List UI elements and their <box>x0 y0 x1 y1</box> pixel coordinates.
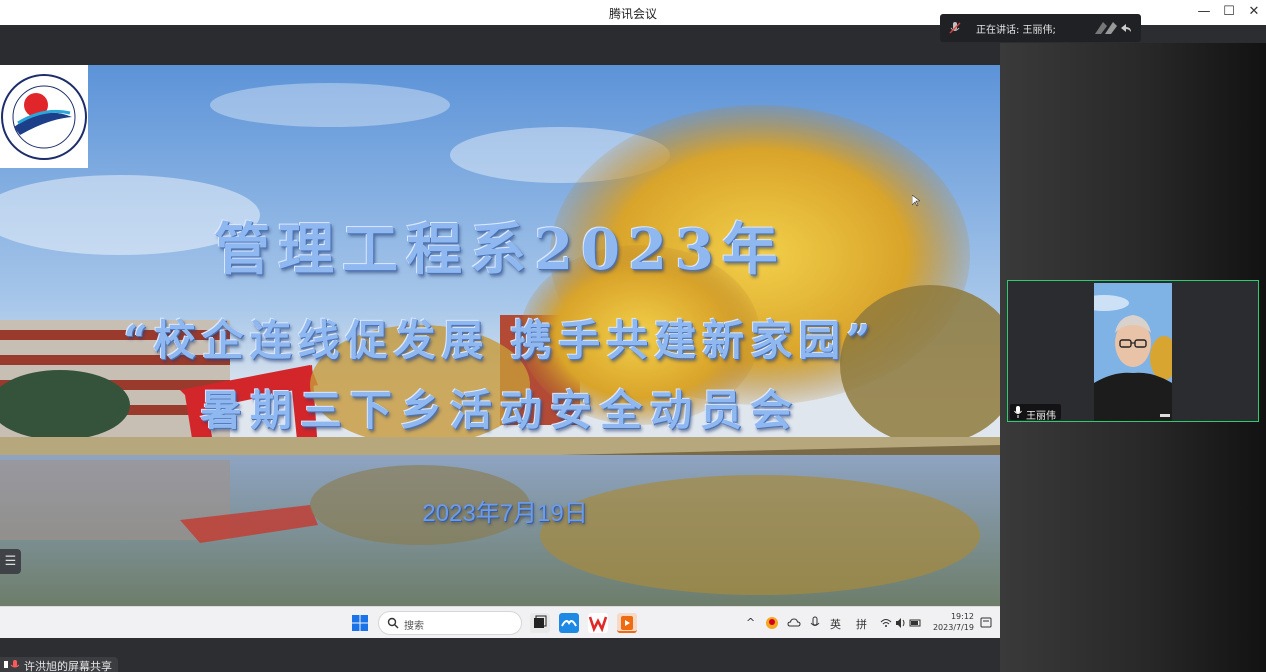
list-toggle-button[interactable]: ☰ <box>0 549 21 574</box>
maximize-button[interactable]: ☐ <box>1218 3 1240 21</box>
school-logo <box>0 65 88 168</box>
clock-date: 2023/7/19 <box>932 623 974 632</box>
search-icon <box>387 617 399 629</box>
active-speaker-bar: 正在讲话: 王丽伟; <box>940 14 1141 42</box>
windows-taskbar: 搜索 ^ 英 拼 19:12 2023/7/19 <box>0 606 1000 638</box>
raise-hand-icon[interactable] <box>1091 20 1133 36</box>
stage-top-strip <box>0 25 1000 65</box>
microphone-icon[interactable] <box>810 616 820 630</box>
taskbar-search-box[interactable]: 搜索 <box>378 611 522 635</box>
screen-share-icon <box>4 660 20 668</box>
presentation-slide: 管理工程系2023年 “校企连线促发展 携手共建新家园” 暑期三下乡活动安全动员… <box>0 65 1000 606</box>
cloud-icon[interactable] <box>787 616 801 630</box>
task-view-icon[interactable] <box>530 613 550 633</box>
slide-title-line2: “校企连线促发展 携手共建新家园” <box>123 316 877 365</box>
windows-start-icon[interactable] <box>352 615 368 631</box>
close-button[interactable]: ✕ <box>1243 3 1265 21</box>
taskbar-clock[interactable]: 19:12 2023/7/19 <box>932 611 974 633</box>
network-volume-battery-icons[interactable] <box>880 616 922 630</box>
ime-language[interactable]: 英 <box>830 616 841 632</box>
minimize-button[interactable]: — <box>1193 3 1215 21</box>
notification-icon[interactable] <box>980 616 992 629</box>
search-placeholder: 搜索 <box>404 621 424 632</box>
participant-name: 王丽伟 <box>1026 411 1056 422</box>
participant-video-feed <box>1094 283 1172 421</box>
wps-icon[interactable] <box>588 613 608 633</box>
clock-time: 19:12 <box>950 612 974 621</box>
participant-video-tile[interactable]: 王丽伟 <box>1007 280 1259 422</box>
screen-share-status: 许洪旭的屏幕共享 <box>0 657 118 672</box>
slide-date: 2023年7月19日 <box>422 500 588 527</box>
presentation-app-icon[interactable] <box>617 613 637 633</box>
mic-icon <box>1014 406 1022 418</box>
active-speaker-label: 正在讲话: 王丽伟; <box>976 25 1056 36</box>
meeting-app-icon[interactable] <box>559 613 579 633</box>
mouse-cursor-icon <box>912 195 920 207</box>
screen-share-label: 许洪旭的屏幕共享 <box>24 660 112 672</box>
slide-title-line3: 暑期三下乡活动安全动员会 <box>199 386 800 435</box>
ime-mode[interactable]: 拼 <box>856 616 867 632</box>
participant-name-tag: 王丽伟 <box>1010 404 1061 422</box>
tray-chevron-icon[interactable]: ^ <box>746 616 755 629</box>
qq-icon[interactable] <box>765 616 779 630</box>
slide-title-line1: 管理工程系2023年 <box>214 217 786 283</box>
meeting-window: 腾讯会议 — ☐ ✕ 管理工程系2023年 “校企连线促发展 携手共建新家园” … <box>0 0 1266 672</box>
speaking-mic-icon <box>949 22 961 34</box>
